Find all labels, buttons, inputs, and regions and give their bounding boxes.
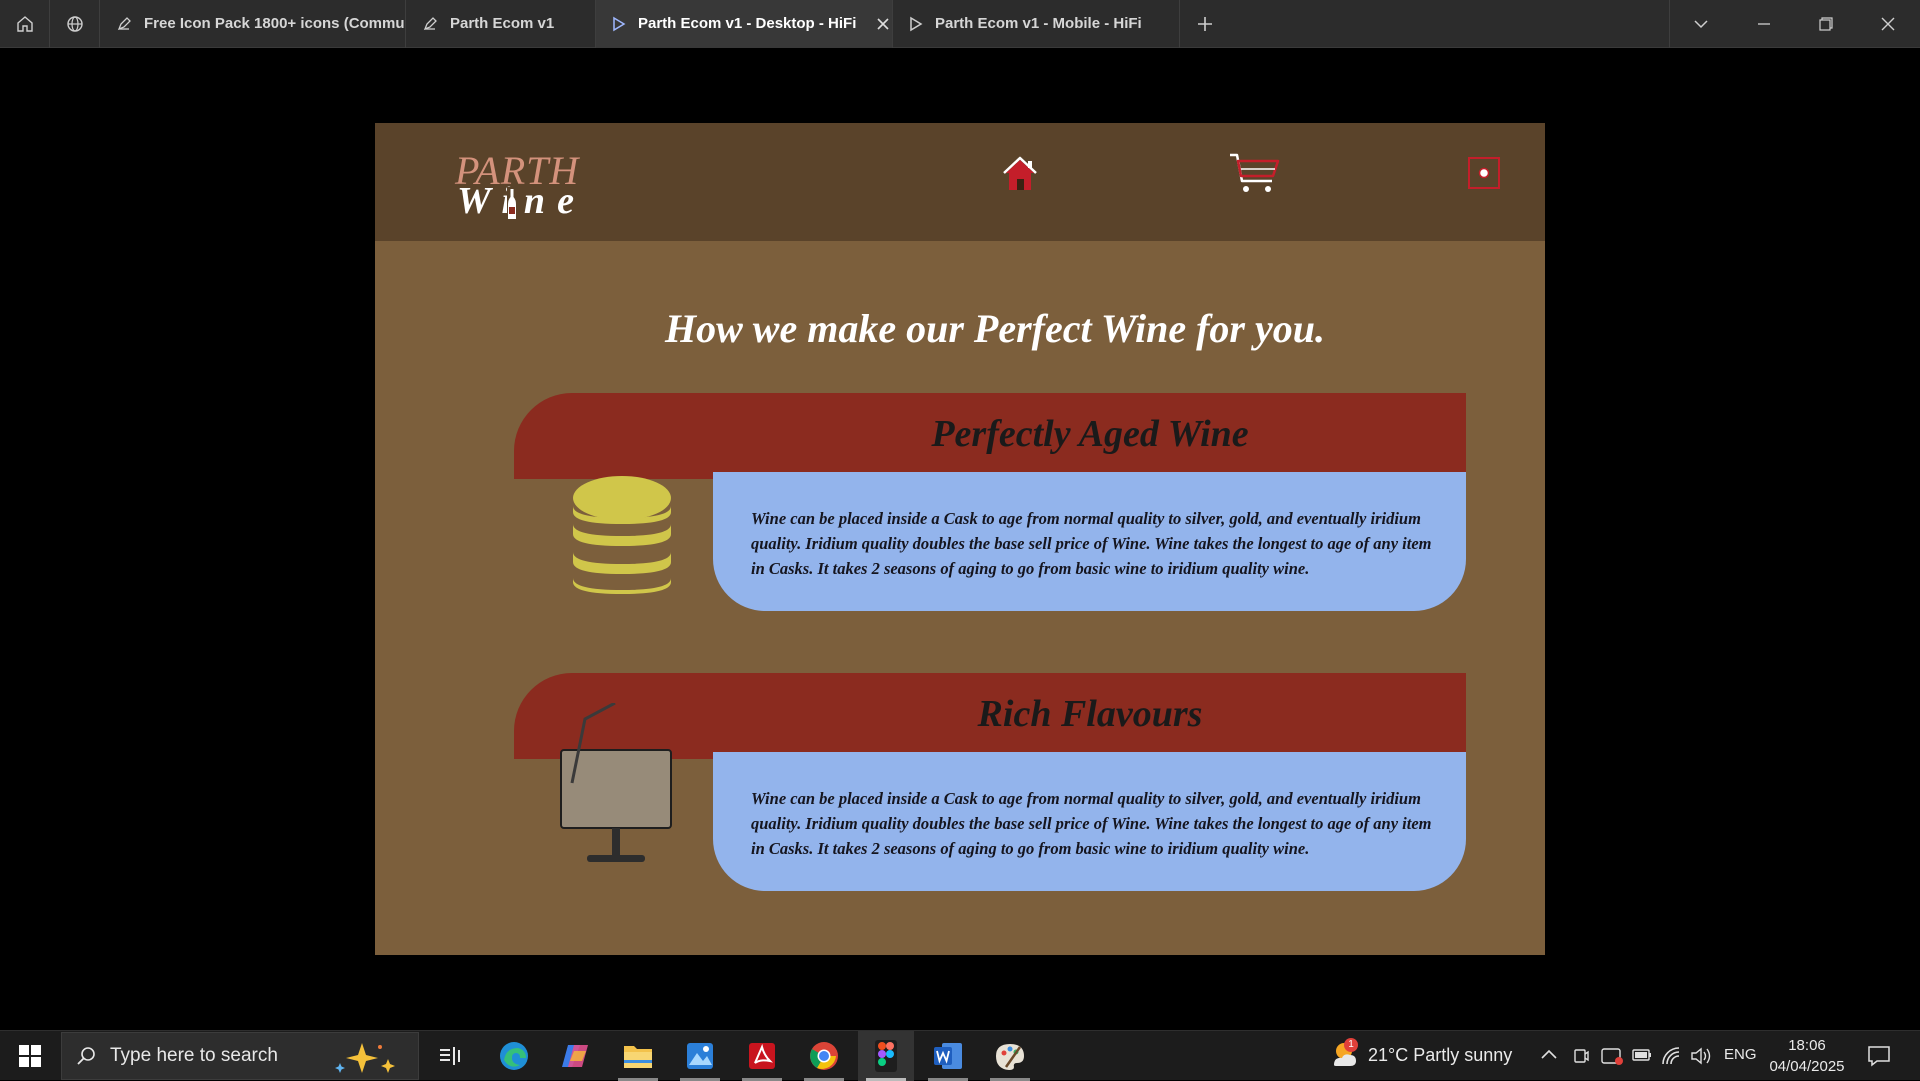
site-header: PARTH Wine (375, 123, 1545, 241)
weather-alert-badge: 1 (1344, 1038, 1358, 1052)
chrome-app[interactable] (796, 1031, 852, 1081)
figma-icon (875, 1040, 897, 1072)
tab-label: Parth Ecom v1 (450, 15, 555, 32)
battery-icon[interactable] (1632, 1048, 1652, 1062)
home-tab-button[interactable] (0, 0, 50, 48)
prototype-frame: PARTH Wine How we make our Perfect Wine … (375, 123, 1545, 955)
new-tab-button[interactable] (1180, 0, 1230, 48)
chevron-down-icon (1694, 20, 1708, 29)
edge-app[interactable] (486, 1031, 542, 1081)
app-tab-bar: Free Icon Pack 1800+ icons (Commun Parth… (0, 0, 1920, 48)
logo-bottom-text: Wine (457, 180, 586, 222)
card-description: Wine can be placed inside a Cask to age … (713, 752, 1466, 891)
start-button[interactable] (0, 1031, 60, 1081)
restore-icon (1819, 17, 1833, 31)
paint-palette-icon (996, 1044, 1024, 1070)
minimize-icon (1758, 23, 1770, 25)
tab-mobile-hifi[interactable]: Parth Ecom v1 - Mobile - HiFi (893, 0, 1180, 48)
globe-icon (66, 15, 83, 32)
acrobat-app[interactable] (734, 1031, 790, 1081)
defender-icon[interactable] (1601, 1046, 1623, 1066)
draft-icon (423, 16, 437, 30)
clock-time: 18:06 (1788, 1037, 1826, 1054)
drink-glass-icon (560, 703, 672, 862)
language-indicator[interactable]: ENG (1724, 1046, 1757, 1063)
copilot-app[interactable] (548, 1031, 604, 1081)
brand-logo[interactable]: PARTH Wine (455, 151, 595, 221)
close-icon[interactable] (876, 17, 890, 31)
search-placeholder: Type here to search (110, 1045, 278, 1066)
copilot-icon (562, 1045, 588, 1067)
photos-icon (687, 1043, 713, 1069)
windows-taskbar: Type here to search 1 21°C Partly sunny … (0, 1030, 1920, 1081)
figma-app[interactable] (858, 1031, 914, 1081)
cart-icon[interactable] (1228, 151, 1280, 195)
task-view-button[interactable] (422, 1031, 478, 1081)
card-description: Wine can be placed inside a Cask to age … (713, 472, 1466, 611)
edge-icon (500, 1042, 528, 1070)
word-app[interactable] (920, 1031, 976, 1081)
weather-widget[interactable]: 1 21°C Partly sunny (1326, 1031, 1516, 1081)
folder-icon (624, 1046, 652, 1068)
taskbar-search[interactable]: Type here to search (61, 1032, 419, 1080)
tab-label: Free Icon Pack 1800+ icons (Commun (144, 15, 406, 32)
wifi-icon[interactable] (1661, 1046, 1681, 1066)
clock-date: 04/04/2025 (1769, 1058, 1845, 1075)
coin-stack-icon (573, 476, 671, 594)
community-tab-button[interactable] (50, 0, 100, 48)
draft-icon (117, 16, 131, 30)
tab-free-icon-pack[interactable]: Free Icon Pack 1800+ icons (Commun (100, 0, 406, 48)
page-headline: How we make our Perfect Wine for you. (665, 306, 1325, 351)
volume-icon[interactable] (1690, 1046, 1712, 1066)
word-icon (934, 1043, 962, 1069)
minimize-button[interactable] (1733, 0, 1795, 48)
card-title: Rich Flavours (977, 693, 1203, 735)
wine-bottle-icon (507, 187, 517, 221)
file-explorer-app[interactable] (610, 1031, 666, 1081)
chevron-up-icon[interactable] (1541, 1048, 1557, 1062)
play-icon (613, 16, 626, 31)
paint-app[interactable] (982, 1031, 1038, 1081)
pdf-icon (749, 1043, 775, 1069)
tab-list-button[interactable] (1670, 0, 1732, 48)
chrome-icon (810, 1042, 838, 1070)
copilot-sparkle-icon[interactable] (332, 1041, 406, 1075)
tab-desktop-hifi[interactable]: Parth Ecom v1 - Desktop - HiFi (596, 0, 893, 48)
plus-icon (1198, 16, 1212, 31)
home-icon[interactable] (1000, 153, 1040, 193)
feature-card-aged-wine: Perfectly Aged Wine Wine can be placed i… (514, 393, 1466, 611)
tab-label: Parth Ecom v1 - Mobile - HiFi (935, 15, 1142, 32)
feature-card-rich-flavours: Rich Flavours Wine can be placed inside … (514, 673, 1466, 891)
close-window-button[interactable] (1857, 0, 1919, 48)
notifications-icon[interactable] (1867, 1044, 1891, 1068)
play-icon (910, 16, 923, 31)
weather-text: 21°C Partly sunny (1368, 1045, 1513, 1065)
user-icon (1478, 167, 1490, 179)
task-view-icon (440, 1047, 460, 1065)
restore-button[interactable] (1795, 0, 1857, 48)
card-title: Perfectly Aged Wine (931, 413, 1249, 455)
home-icon (16, 15, 33, 32)
tab-parth-ecom[interactable]: Parth Ecom v1 (406, 0, 596, 48)
profile-button[interactable] (1468, 157, 1500, 189)
meet-now-icon[interactable] (1572, 1047, 1590, 1065)
windows-logo-icon (19, 1045, 41, 1067)
tab-label: Parth Ecom v1 - Desktop - HiFi (638, 15, 857, 32)
photos-app[interactable] (672, 1031, 728, 1081)
clock[interactable]: 18:06 04/04/2025 (1762, 1035, 1852, 1077)
close-icon (1881, 17, 1895, 31)
search-icon (77, 1047, 95, 1065)
